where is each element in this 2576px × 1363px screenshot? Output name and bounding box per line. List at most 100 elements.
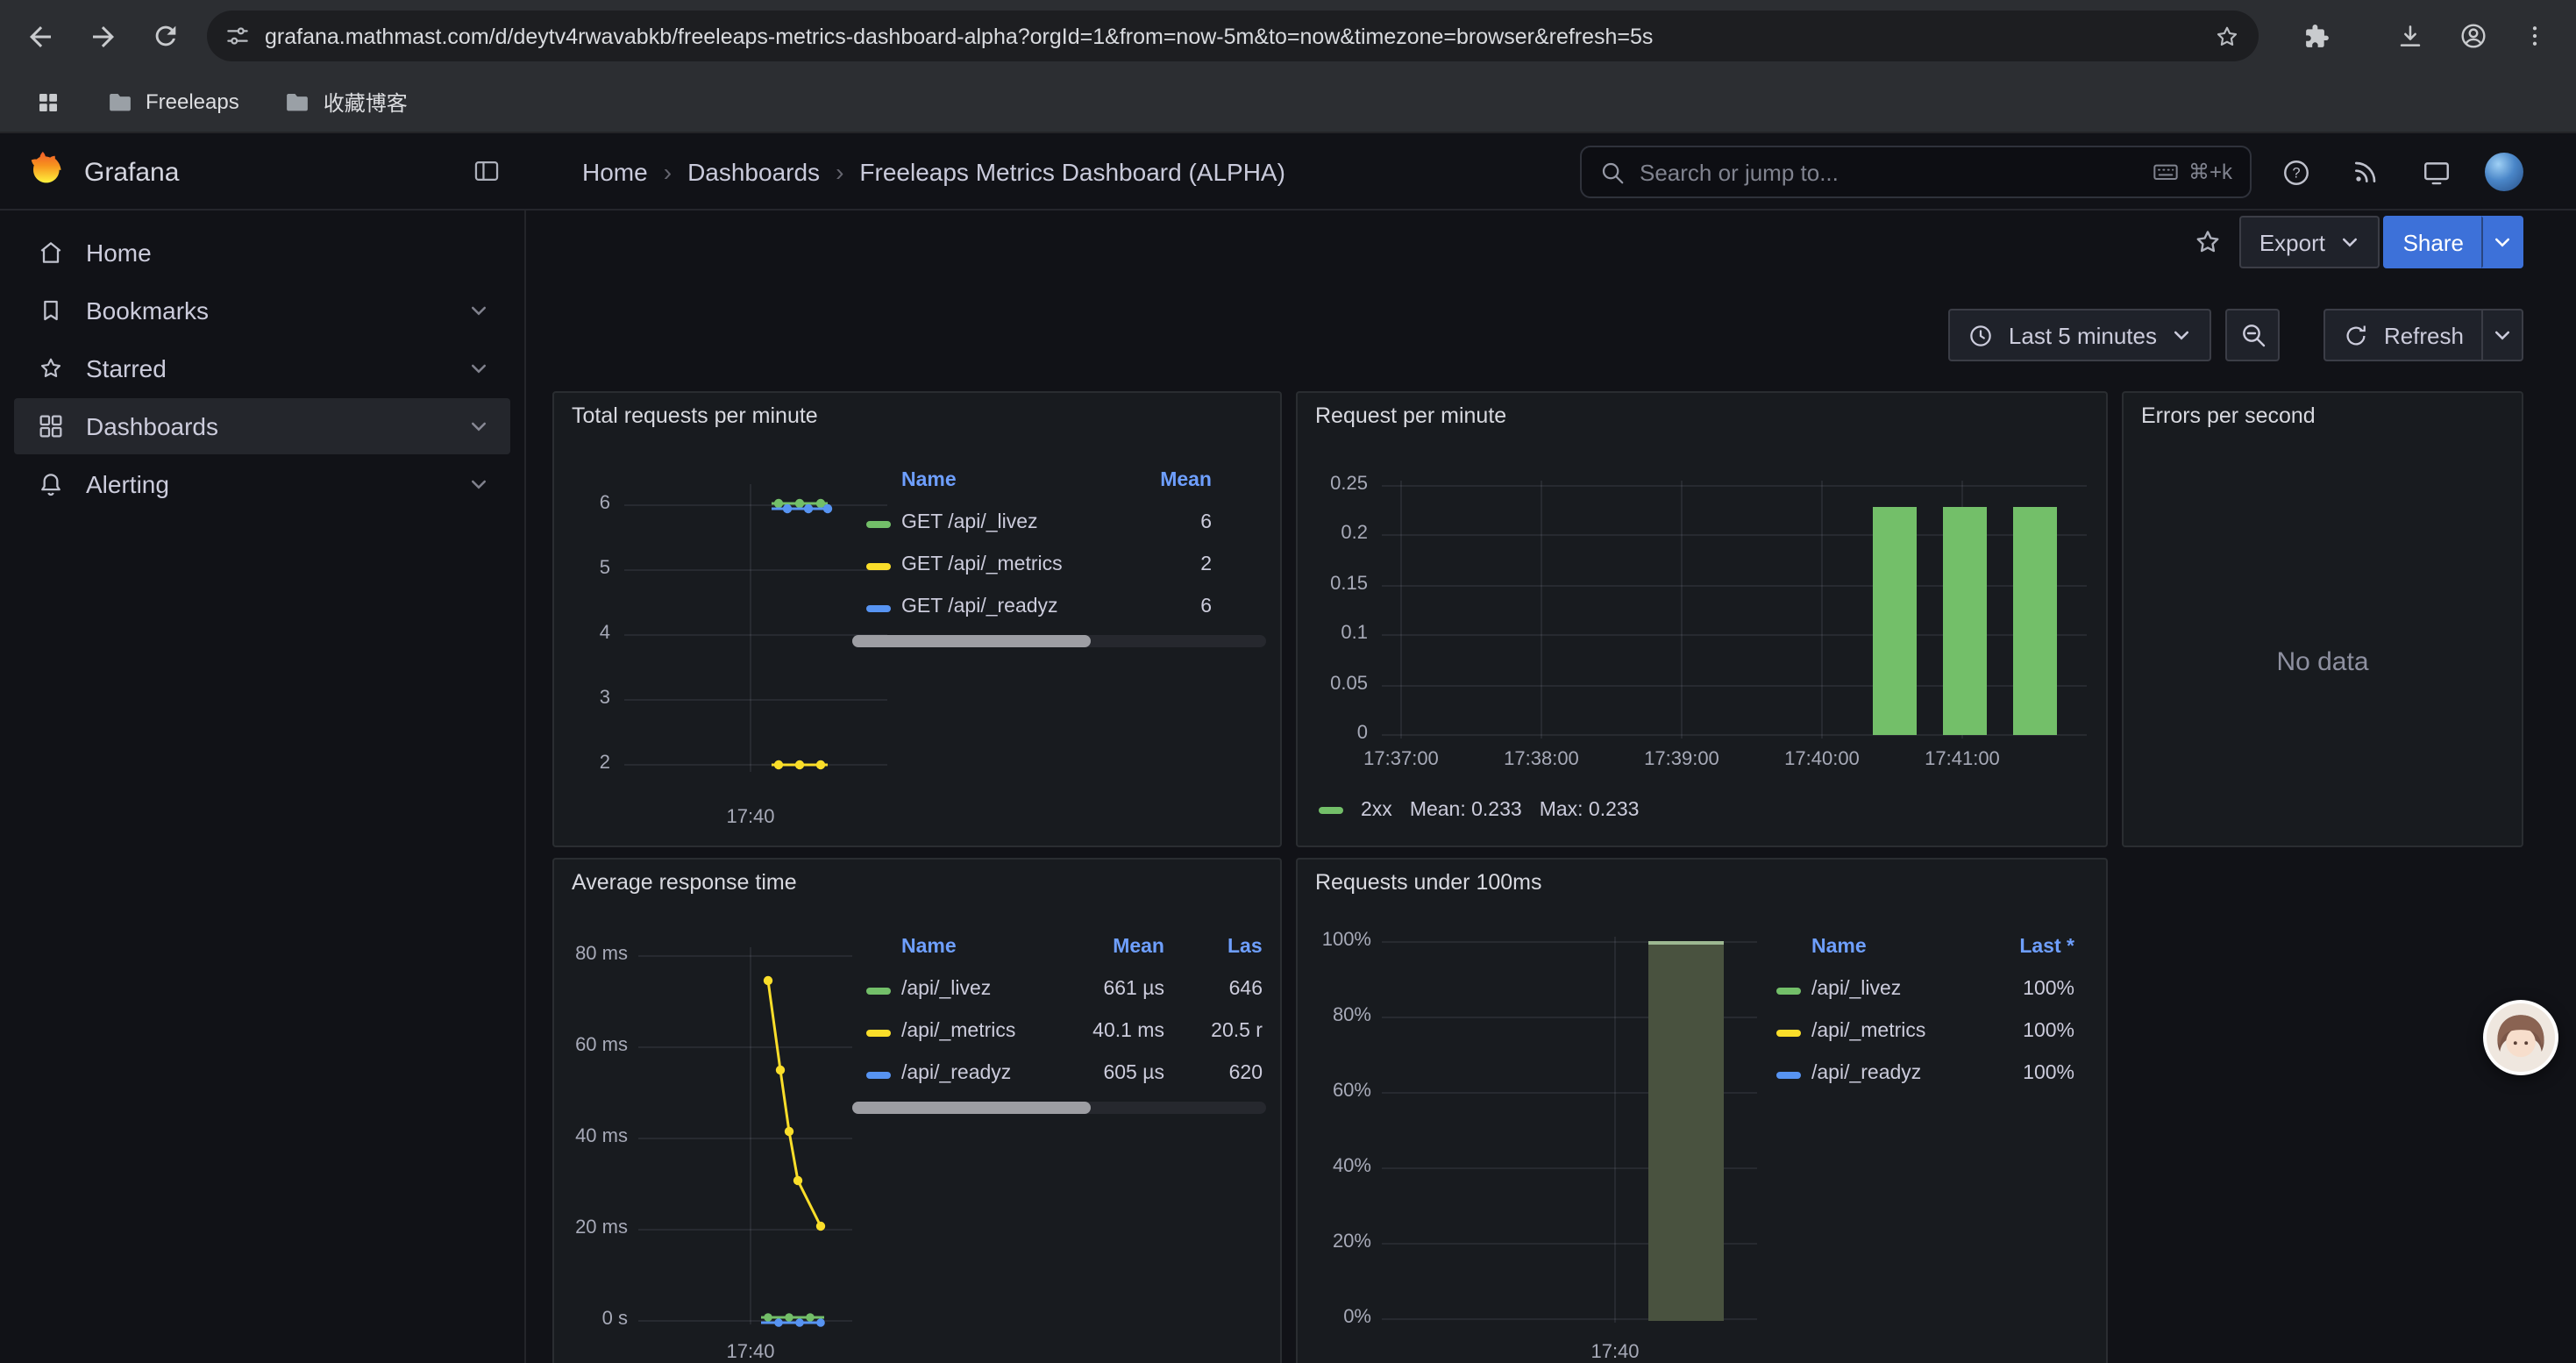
- y-tick: 60%: [1301, 1081, 1371, 1102]
- legend-series-name[interactable]: /api/_livez: [1811, 979, 1962, 1000]
- share-button[interactable]: Share: [2384, 216, 2481, 268]
- sidebar-item-label: Home: [86, 239, 152, 267]
- series-color-green: [1776, 988, 1801, 995]
- refresh-button[interactable]: Refresh: [2324, 309, 2481, 361]
- user-avatar[interactable]: [2485, 153, 2523, 191]
- panel-errors-per-second: Errors per second No data: [2122, 391, 2523, 847]
- chevron-down-icon[interactable]: [468, 416, 489, 437]
- assistant-avatar[interactable]: [2483, 1000, 2558, 1075]
- bookmark-folder-blogs[interactable]: 收藏博客: [271, 80, 422, 124]
- series-color-green: [866, 521, 891, 528]
- scrollbar-thumb[interactable]: [852, 1102, 1091, 1114]
- legend-mean-value: 40.1 ms: [1042, 1021, 1164, 1042]
- x-tick: 17:41:00: [1913, 749, 2011, 770]
- legend-header-name[interactable]: Name: [1811, 937, 1867, 958]
- favorite-star-icon[interactable]: [2190, 225, 2225, 260]
- sidebar-item-alerting[interactable]: Alerting: [14, 456, 510, 512]
- extensions-icon[interactable]: [2287, 7, 2345, 65]
- legend-mean-value: 661 µs: [1042, 979, 1164, 1000]
- forward-icon[interactable]: [74, 7, 132, 65]
- search-input[interactable]: [1640, 159, 2138, 185]
- bookmark-star-icon[interactable]: [2213, 22, 2241, 50]
- news-rss-icon[interactable]: [2350, 156, 2381, 188]
- legend-header-last[interactable]: Las: [1228, 937, 1280, 958]
- chart-requests-under-100ms: [1298, 860, 2110, 1363]
- y-tick: 0.25: [1301, 474, 1368, 495]
- legend-mean: Mean: 0.233: [1410, 800, 1522, 821]
- legend-series-name[interactable]: /api/_livez: [901, 979, 1038, 1000]
- legend-series-name[interactable]: GET /api/_readyz: [901, 596, 1098, 617]
- legend-header-name[interactable]: Name: [901, 470, 957, 491]
- address-bar[interactable]: [207, 11, 2259, 61]
- scrollbar-thumb[interactable]: [852, 635, 1091, 647]
- sidebar-item-dashboards[interactable]: Dashboards: [14, 398, 510, 454]
- downloads-icon[interactable]: [2381, 7, 2439, 65]
- legend-series-name[interactable]: /api/_metrics: [901, 1021, 1038, 1042]
- tv-kiosk-icon[interactable]: [2420, 156, 2451, 188]
- url-input[interactable]: [265, 24, 2199, 48]
- time-range-button[interactable]: Last 5 minutes: [1949, 309, 2211, 361]
- series-color-yellow: [1776, 1030, 1801, 1037]
- legend-header-last[interactable]: Last *: [1969, 937, 2074, 958]
- panel-requests-under-100ms: Requests under 100ms 100% 80% 60% 40% 20…: [1296, 858, 2108, 1363]
- sidebar-item-starred[interactable]: Starred: [14, 340, 510, 396]
- y-tick: 4: [561, 623, 610, 644]
- chevron-down-icon[interactable]: [468, 300, 489, 321]
- legend-header-name[interactable]: Name: [901, 937, 957, 958]
- profile-icon[interactable]: [2444, 7, 2502, 65]
- y-tick: 5: [561, 558, 610, 579]
- panel-title[interactable]: Requests under 100ms: [1315, 870, 1542, 895]
- share-split-button: Share: [2384, 216, 2523, 268]
- series-color-blue: [866, 605, 891, 612]
- legend-header-mean[interactable]: Mean: [1107, 470, 1212, 491]
- legend-series-name[interactable]: 2xx: [1361, 800, 1392, 821]
- site-settings-icon[interactable]: [224, 23, 251, 49]
- breadcrumb-dashboards[interactable]: Dashboards: [687, 158, 820, 186]
- legend-series-name[interactable]: GET /api/_metrics: [901, 554, 1098, 575]
- panel-total-requests: Total requests per minute 6 5 4 3 2 17:4…: [552, 391, 1282, 847]
- share-dropdown-icon[interactable]: [2481, 216, 2523, 268]
- back-icon[interactable]: [11, 7, 68, 65]
- sidebar-item-bookmarks[interactable]: Bookmarks: [14, 282, 510, 339]
- breadcrumb-home[interactable]: Home: [582, 158, 648, 186]
- legend-scrollbar[interactable]: [852, 1102, 1266, 1114]
- help-icon[interactable]: ?: [2280, 156, 2311, 188]
- sidebar-toggle-icon[interactable]: [472, 156, 502, 186]
- dashboards-grid-icon: [37, 412, 65, 440]
- legend-header-mean[interactable]: Mean: [1042, 937, 1164, 958]
- panel-title[interactable]: Average response time: [572, 870, 797, 895]
- y-tick: 80 ms: [558, 944, 628, 965]
- browser-toolbar: [0, 0, 2576, 72]
- y-tick: 0 s: [558, 1309, 628, 1330]
- panel-title[interactable]: Errors per second: [2141, 403, 2316, 428]
- legend-scrollbar[interactable]: [852, 635, 1266, 647]
- legend-series-name[interactable]: /api/_metrics: [1811, 1021, 1962, 1042]
- zoom-out-icon[interactable]: [2225, 309, 2280, 361]
- chevron-down-icon[interactable]: [468, 358, 489, 379]
- search-box[interactable]: ⌘+k: [1580, 146, 2252, 198]
- screen: Freeleaps 收藏博客 Grafana Home › Dashboards: [0, 0, 2576, 1363]
- chart-total-requests: [554, 393, 1284, 849]
- reload-icon[interactable]: [137, 7, 195, 65]
- legend-series-name[interactable]: /api/_readyz: [1811, 1063, 1962, 1084]
- menu-kebab-icon[interactable]: [2506, 7, 2564, 65]
- panel-title[interactable]: Total requests per minute: [572, 403, 818, 428]
- bookmark-folder-freeleaps[interactable]: Freeleaps: [93, 82, 253, 122]
- chart-request-per-minute: [1298, 393, 2110, 849]
- clock-icon: [1968, 322, 1995, 348]
- refresh-interval-dropdown-icon[interactable]: [2481, 309, 2523, 361]
- bookmark-icon: [37, 296, 65, 325]
- grafana-logo[interactable]: [23, 151, 65, 202]
- legend-series-name[interactable]: GET /api/_livez: [901, 512, 1098, 533]
- legend-series-name[interactable]: /api/_readyz: [901, 1063, 1038, 1084]
- export-button[interactable]: Export: [2240, 216, 2380, 268]
- y-tick: 0: [1301, 723, 1368, 744]
- panel-title[interactable]: Request per minute: [1315, 403, 1506, 428]
- sidebar-item-home[interactable]: Home: [14, 225, 510, 281]
- y-tick: 40 ms: [558, 1126, 628, 1147]
- star-icon: [37, 354, 65, 382]
- apps-grid-icon[interactable]: [21, 82, 75, 122]
- chevron-down-icon[interactable]: [468, 474, 489, 495]
- keyboard-icon: [2152, 158, 2180, 186]
- x-tick: 17:40: [1569, 1342, 1661, 1363]
